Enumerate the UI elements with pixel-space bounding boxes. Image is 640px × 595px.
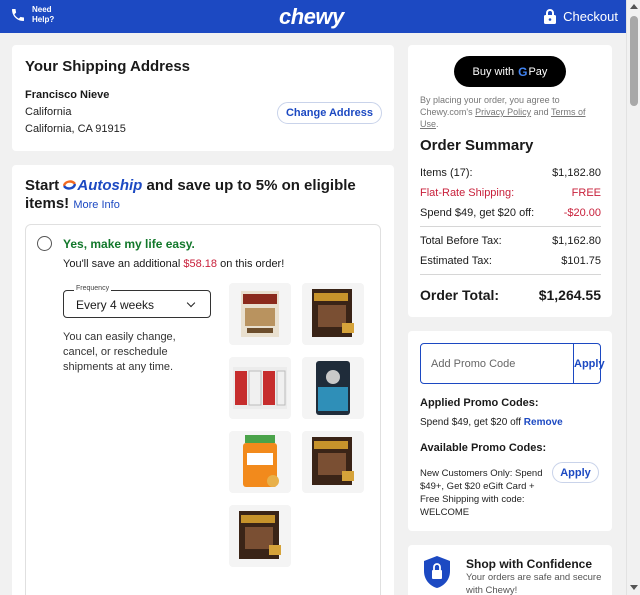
product-thumb-heartgard-2	[302, 431, 364, 493]
summary-divider-2	[420, 274, 601, 275]
product-thumb-heartgard	[302, 283, 364, 345]
autoship-option-title: Yes, make my life easy.	[63, 237, 195, 251]
help-line-2: Help?	[32, 15, 55, 24]
more-info-link[interactable]: More Info	[73, 199, 119, 211]
checkout-indicator: Checkout	[543, 8, 618, 24]
chevron-down-icon	[186, 298, 196, 308]
product-thumb-supplement	[229, 431, 291, 493]
order-summary-card: Buy with G Pay By placing your order, yo…	[408, 45, 612, 317]
need-help-link[interactable]: Need Help?	[10, 5, 54, 25]
shield-lock-icon	[424, 556, 450, 588]
shipping-title: Your Shipping Address	[25, 58, 191, 75]
product-thumb-cans	[229, 357, 291, 419]
confidence-subtitle: Your orders are safe and secure with Che…	[466, 572, 602, 595]
frequency-label: Frequency	[74, 285, 112, 292]
top-bar: Need Help? chewy Checkout	[0, 0, 626, 33]
address-line-2: California, CA 91915	[25, 123, 126, 135]
apply-promo-button[interactable]: Apply	[573, 344, 605, 383]
applied-promo-code: Spend $49, get $20 off	[420, 417, 522, 428]
legal-text: By placing your order, you agree to Chew…	[420, 94, 605, 130]
product-thumb-treats	[229, 283, 291, 345]
applied-promo-item: Spend $49, get $20 off Remove	[420, 417, 563, 428]
autoship-swirl-icon	[63, 180, 77, 190]
legal-and: and	[533, 107, 549, 117]
checkout-label: Checkout	[563, 8, 618, 24]
phone-icon	[12, 9, 24, 21]
shop-confidence-card: Shop with Confidence Your orders are saf…	[408, 545, 612, 595]
promo-discount-value: -$20.00	[563, 207, 601, 219]
supplement-tub-image	[243, 435, 279, 487]
frequency-select[interactable]: Frequency Every 4 weeks	[63, 285, 211, 318]
promo-discount-label: Spend $49, get $20 off:	[420, 207, 535, 219]
scrollbar-thumb[interactable]	[630, 16, 638, 106]
autoship-brand-text: Autoship	[77, 177, 143, 194]
order-total-label: Order Total:	[420, 287, 500, 303]
heartgard-box-2-image	[312, 437, 354, 485]
autoship-brand: Autoship	[63, 177, 142, 194]
scroll-up-arrow-icon[interactable]	[630, 4, 638, 9]
gpay-button[interactable]: Buy with G Pay	[454, 56, 566, 87]
autoship-radio[interactable]	[37, 236, 52, 251]
frequency-value: Every 4 weeks	[76, 298, 155, 312]
shipping-row: Flat-Rate Shipping: FREE	[420, 187, 601, 199]
available-promo-title: Available Promo Codes:	[420, 442, 547, 454]
shipping-address-card: Your Shipping Address Francisco Nieve Ca…	[12, 45, 394, 151]
shipping-label: Flat-Rate Shipping:	[420, 187, 515, 199]
tax-label: Estimated Tax:	[420, 255, 492, 267]
promo-discount-row: Spend $49, get $20 off: -$20.00	[420, 207, 601, 219]
gpay-brand: Pay	[528, 65, 548, 78]
scroll-down-arrow-icon[interactable]	[630, 585, 638, 590]
lock-icon	[544, 9, 557, 24]
items-row: Items (17): $1,182.80	[420, 167, 601, 179]
items-value: $1,182.80	[552, 167, 601, 179]
tax-row: Estimated Tax: $101.75	[420, 255, 601, 267]
product-thumb-dogfood	[302, 357, 364, 419]
order-total-row: Order Total: $1,264.55	[420, 287, 601, 303]
dog-food-bag-image	[316, 361, 350, 415]
before-tax-value: $1,162.80	[552, 235, 601, 247]
available-promo-text: New Customers Only: Spend $49+, Get $20 …	[420, 468, 543, 518]
promo-code-input[interactable]	[421, 344, 573, 383]
summary-divider-1	[420, 226, 601, 227]
autoship-savings: You'll save an additional $58.18 on this…	[63, 258, 284, 270]
chewy-logo[interactable]: chewy	[279, 4, 344, 30]
product-thumb-heartgard-3	[229, 505, 291, 567]
order-total-value: $1,264.55	[538, 287, 601, 303]
applied-promo-title: Applied Promo Codes:	[420, 397, 539, 409]
autoship-headline: Start Autoship and save up to 5% on elig…	[25, 177, 380, 214]
tax-value: $101.75	[561, 255, 601, 267]
save-prefix: You'll save an additional	[63, 258, 181, 270]
save-amount: $58.18	[183, 258, 218, 270]
apply-available-promo-button[interactable]: Apply	[552, 462, 599, 483]
autoship-option[interactable]: Yes, make my life easy. You'll save an a…	[25, 224, 381, 595]
before-tax-row: Total Before Tax: $1,162.80	[420, 235, 601, 247]
legal-end: .	[436, 119, 439, 129]
heartgard-box-image	[312, 289, 354, 337]
recipient-name: Francisco Nieve	[25, 89, 110, 101]
autoship-card: Start Autoship and save up to 5% on elig…	[12, 165, 394, 595]
order-summary-title: Order Summary	[420, 137, 534, 154]
confidence-title: Shop with Confidence	[466, 557, 592, 571]
promo-code-form: Apply	[420, 343, 605, 384]
save-suffix: on this order!	[220, 258, 285, 270]
headline-start: Start	[25, 177, 60, 194]
cans-pack-image	[233, 367, 287, 409]
help-line-1: Need	[32, 5, 52, 14]
gpay-label: Buy with	[472, 65, 515, 78]
page-scrollbar[interactable]	[626, 0, 640, 595]
promo-code-card: Apply Applied Promo Codes: Spend $49, ge…	[408, 331, 612, 531]
change-address-button[interactable]: Change Address	[277, 102, 382, 124]
items-label: Items (17):	[420, 167, 473, 179]
treats-box-image	[241, 291, 279, 337]
address-line-1: California	[25, 106, 72, 118]
shipping-value: FREE	[571, 187, 601, 199]
before-tax-label: Total Before Tax:	[420, 235, 502, 247]
heartgard-box-3-image	[239, 511, 281, 559]
remove-promo-link[interactable]: Remove	[524, 417, 563, 428]
autoship-note: You can easily change, cancel, or resche…	[63, 331, 176, 373]
privacy-policy-link[interactable]: Privacy Policy	[475, 107, 531, 117]
google-g-icon: G	[518, 64, 528, 79]
